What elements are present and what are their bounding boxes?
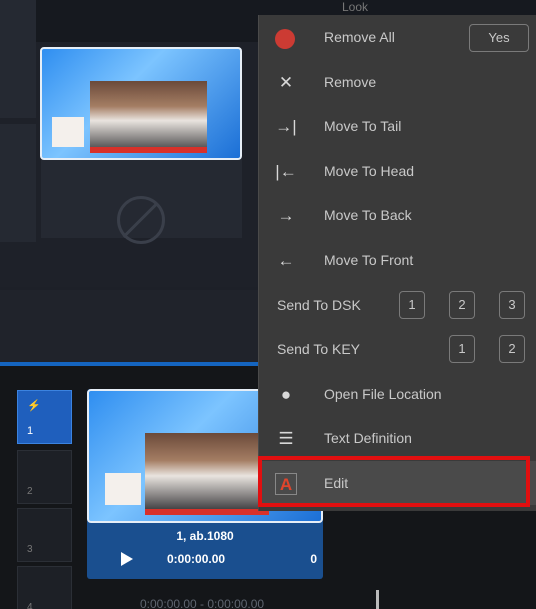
- clip-name: 1, ab.1080: [176, 529, 234, 543]
- lower-third-ribbon: [90, 147, 207, 153]
- preset-slot[interactable]: [0, 0, 36, 118]
- dsk-button-3[interactable]: 3: [499, 291, 525, 319]
- wedding-photo: [145, 433, 269, 511]
- key-button-1[interactable]: 1: [449, 335, 475, 363]
- menu-item-remove-all[interactable]: Remove All Yes: [259, 15, 536, 59]
- ban-icon: [117, 196, 165, 244]
- look-label: Look: [342, 0, 369, 14]
- menu-item-move-to-front[interactable]: ← Move To Front: [259, 238, 536, 282]
- remove-all-icon: [275, 29, 295, 49]
- dsk-button-1[interactable]: 1: [399, 291, 425, 319]
- playlist-slot-4[interactable]: 4: [17, 566, 72, 609]
- key-button-2[interactable]: 2: [499, 335, 525, 363]
- yes-button[interactable]: Yes: [469, 24, 529, 52]
- playlist-slot-3[interactable]: 3: [17, 508, 72, 562]
- menu-item-open-file-location[interactable]: ● Open File Location: [259, 372, 536, 416]
- range-time: 0:00:00.00 - 0:00:00.00: [140, 597, 265, 609]
- clip-time: 0:00:00.00: [167, 552, 226, 566]
- play-icon[interactable]: [121, 552, 133, 566]
- clip-count: 0: [310, 552, 317, 566]
- context-menu: Remove All Yes ✕ Remove →| Move To Tail …: [258, 15, 536, 511]
- menu-item-remove[interactable]: ✕ Remove: [259, 60, 536, 104]
- arrow-right-icon: →: [277, 206, 295, 225]
- arrow-left-icon: ←: [277, 251, 295, 270]
- preset-thumbnail[interactable]: [40, 47, 242, 160]
- preset-slot[interactable]: [0, 124, 36, 242]
- playlist-slot-2[interactable]: 2: [17, 450, 72, 504]
- menu-item-move-to-back[interactable]: → Move To Back: [259, 193, 536, 237]
- location-pin-icon: ●: [280, 385, 292, 404]
- app-window: Look ⚡ 1 2 3 4 1, ab.1080 0:00:00.00 0 0…: [0, 0, 536, 609]
- close-icon: ✕: [278, 73, 294, 92]
- menu-item-text-definition[interactable]: ☰ Text Definition: [259, 416, 536, 460]
- move-to-head-icon: |←: [275, 162, 297, 181]
- menu-item-send-to-dsk: Send To DSK 1 2 3: [259, 283, 536, 327]
- highlight-box: [258, 456, 530, 507]
- list-icon: ☰: [278, 429, 294, 448]
- lower-third-ribbon: [145, 509, 269, 515]
- wedding-photo: [90, 81, 207, 153]
- inset-photo: [52, 117, 84, 147]
- menu-item-move-to-tail[interactable]: →| Move To Tail: [259, 104, 536, 148]
- mid-band: [0, 290, 258, 362]
- playlist-slots: ⚡ 1 2 3 4: [17, 390, 73, 609]
- inset-photo: [105, 473, 141, 505]
- menu-item-move-to-head[interactable]: |← Move To Head: [259, 149, 536, 193]
- dsk-button-2[interactable]: 2: [449, 291, 475, 319]
- menu-item-send-to-key: Send To KEY 1 2: [259, 327, 536, 371]
- playlist-slot-1[interactable]: ⚡ 1: [17, 390, 72, 444]
- move-to-tail-icon: →|: [275, 117, 297, 136]
- divider: [376, 590, 379, 609]
